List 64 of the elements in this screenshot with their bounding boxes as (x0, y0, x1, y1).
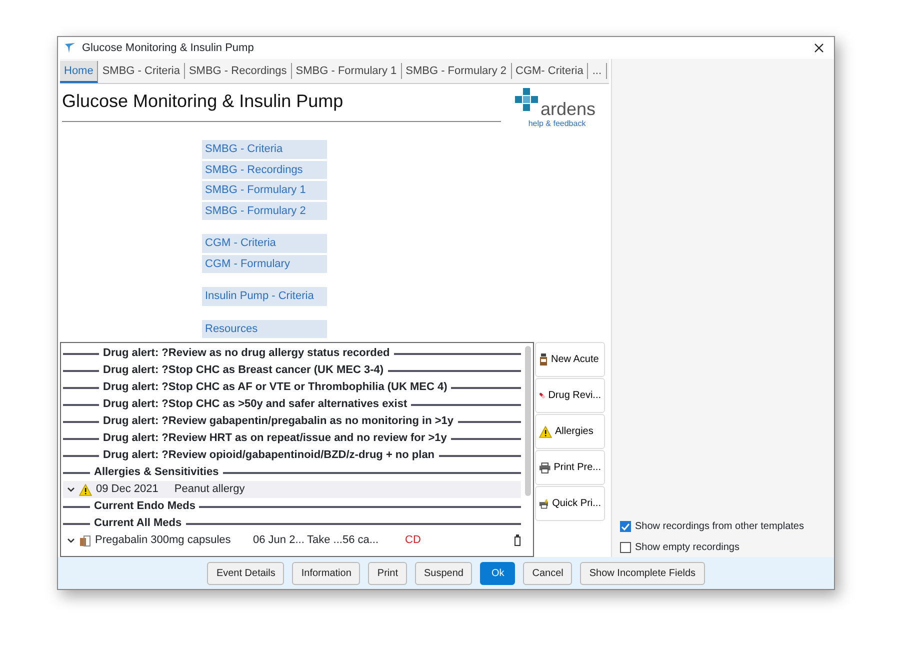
menu-link[interactable]: SMBG - Formulary 1 (202, 181, 327, 200)
footer-button[interactable]: Ok (480, 562, 516, 584)
side-button[interactable]: Print Pre... (535, 450, 605, 485)
scrollbar[interactable] (525, 346, 531, 496)
drug-alert-heading: Drug alert: ?Review HRT as on repeat/issue and no review for >1y (102, 431, 448, 446)
controlled-drug-label: CD (405, 533, 421, 548)
menu-link[interactable]: SMBG - Criteria (202, 140, 327, 158)
medication-name: Pregabalin 300mg capsules (95, 533, 232, 548)
menu-link[interactable]: Resources (202, 320, 327, 338)
drug-alert-heading: Drug alert: ?Stop CHC as >50y and safer alternatives exist (102, 397, 408, 412)
footer-button[interactable]: Event Details (207, 562, 284, 584)
allergy-name: Peanut allergy (174, 482, 245, 498)
drug-alert-heading: Drug alert: ?Stop CHC as Breast cancer (UK MEC 3-4) (102, 363, 385, 378)
quick-print-icon (539, 498, 550, 510)
dosage-text: Take ...56 ca... (307, 533, 380, 548)
bottle-icon (539, 353, 548, 366)
tab[interactable]: ... (588, 63, 607, 79)
side-button[interactable]: New Acute (535, 342, 605, 377)
checkbox-label: Show empty recordings (635, 541, 740, 555)
footer-button[interactable]: Information (292, 562, 360, 584)
menu-link[interactable]: CGM - Criteria (202, 234, 327, 252)
tab[interactable]: Home (60, 61, 98, 83)
footer-button[interactable]: Print (368, 562, 407, 584)
warning-icon (539, 426, 552, 438)
window-title: Glucose Monitoring & Insulin Pump (82, 40, 254, 56)
menu-link[interactable]: Insulin Pump - Criteria (202, 287, 327, 306)
checkbox[interactable] (620, 521, 631, 532)
bottle-icon[interactable] (514, 534, 521, 546)
drug-alert-heading: Drug alert: ?Review gabapentin/pregabalin as no monitoring in >1y (102, 414, 455, 430)
section-heading: Allergies & Sensitivities (93, 465, 220, 480)
cross-logo-icon (515, 88, 539, 112)
section-heading: Current All Meds (93, 516, 183, 532)
tab[interactable]: SMBG - Formulary 2 (402, 63, 512, 79)
printer-icon (539, 462, 551, 474)
side-button[interactable]: Quick Pri... (535, 486, 605, 521)
app-icon (64, 42, 76, 54)
drug-alert-heading: Drug alert: ?Review as no drug allergy status recorded (102, 346, 391, 362)
footer-button[interactable]: Show Incomplete Fields (580, 562, 705, 584)
warning-icon (79, 484, 92, 496)
tab[interactable]: SMBG - Formulary 1 (292, 63, 402, 79)
chevron-icon[interactable] (67, 486, 75, 492)
drug-alert-heading: Drug alert: ?Review opioid/gabapentinoid/BZD/z-drug + no plan (102, 448, 436, 464)
menu-link[interactable]: SMBG - Recordings (202, 160, 327, 179)
footer-button[interactable]: Suspend (414, 562, 472, 584)
tab[interactable]: SMBG - Criteria (98, 63, 185, 79)
help-link[interactable]: help & feedback (528, 118, 586, 130)
record-date: 06 Jun 2... (253, 533, 306, 548)
tab[interactable]: CGM- Criteria (512, 63, 588, 79)
close-icon[interactable] (814, 42, 824, 53)
logo-text: ardens (540, 100, 596, 118)
side-button[interactable]: Allergies (535, 414, 605, 449)
tab[interactable]: SMBG - Recordings (184, 63, 292, 79)
menu-link[interactable]: CGM - Formulary (202, 254, 327, 273)
medicine-icon (79, 534, 91, 546)
checkbox-label: Show recordings from other templates (635, 520, 804, 534)
menu-link[interactable]: SMBG - Formulary 2 (202, 202, 327, 220)
checkbox[interactable] (620, 542, 631, 553)
record-date: 09 Dec 2021 (96, 482, 158, 498)
drug-alert-heading: Drug alert: ?Stop CHC as AF or VTE or Thrombophilia (UK MEC 4) (102, 380, 448, 396)
chevron-icon[interactable] (67, 538, 75, 544)
footer-button[interactable]: Cancel (523, 562, 572, 584)
section-heading: Current Endo Meds (93, 499, 196, 514)
side-button[interactable]: Drug Revi... (535, 378, 605, 413)
page-heading: Glucose Monitoring & Insulin Pump (62, 88, 501, 122)
